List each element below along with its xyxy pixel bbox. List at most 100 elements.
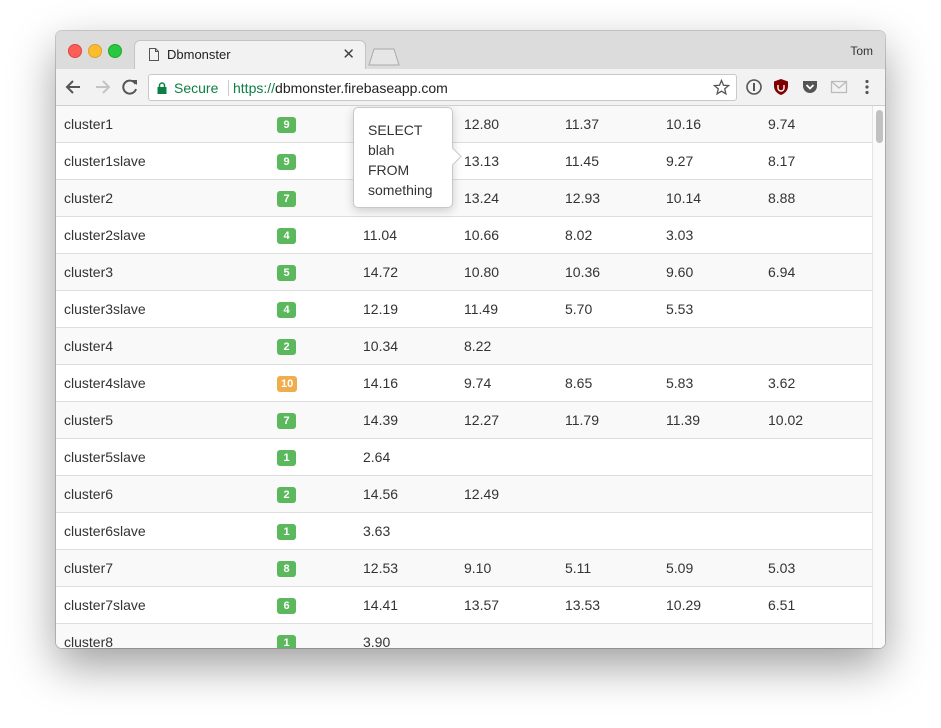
query-elapsed-cell[interactable]: 10.29 [666, 586, 768, 624]
query-elapsed-cell[interactable]: 8.17 [768, 142, 872, 180]
query-elapsed-cell[interactable]: 11.49 [464, 290, 565, 328]
query-elapsed-cell[interactable]: 9.60 [666, 253, 768, 291]
query-elapsed-cell[interactable]: 13.24 [464, 179, 565, 217]
forward-arrow-icon[interactable] [92, 77, 112, 97]
query-elapsed-cell[interactable] [565, 475, 666, 513]
query-elapsed-cell[interactable]: 3.90 [363, 623, 464, 648]
query-elapsed-cell[interactable]: 11.79 [565, 401, 666, 439]
query-elapsed-cell[interactable]: 12.27 [464, 401, 565, 439]
query-elapsed-cell[interactable] [565, 512, 666, 550]
query-elapsed-cell[interactable]: 8.02 [565, 216, 666, 254]
query-elapsed-cell[interactable]: 10.16 [666, 106, 768, 143]
url-scheme: https:// [233, 80, 276, 96]
pocket-icon[interactable] [801, 78, 819, 96]
query-elapsed-cell[interactable]: 10.02 [768, 401, 872, 439]
query-elapsed-cell[interactable]: 9.74 [768, 106, 872, 143]
url-text[interactable]: https://dbmonster.firebaseapp.com [233, 80, 448, 96]
bookmark-star-icon[interactable] [713, 79, 730, 96]
query-elapsed-cell[interactable] [464, 512, 565, 550]
ublock-shield-icon[interactable] [772, 78, 790, 96]
query-elapsed-cell[interactable]: 5.03 [768, 549, 872, 587]
table-row: cluster1slave 9 13.13 11.45 9.27 8.17 [56, 142, 872, 180]
query-elapsed-cell[interactable]: 5.11 [565, 549, 666, 587]
query-elapsed-cell[interactable]: 13.57 [464, 586, 565, 624]
query-elapsed-cell[interactable]: 13.13 [464, 142, 565, 180]
query-elapsed-cell[interactable]: 3.62 [768, 364, 872, 402]
query-elapsed-cell[interactable]: 12.49 [464, 475, 565, 513]
query-elapsed-cell[interactable] [768, 216, 872, 254]
tab-close-icon[interactable]: ✕ [342, 45, 355, 63]
query-elapsed-cell[interactable]: 9.74 [464, 364, 565, 402]
query-elapsed-cell[interactable]: 10.36 [565, 253, 666, 291]
reload-icon[interactable] [120, 77, 140, 97]
query-elapsed-cell[interactable] [464, 623, 565, 648]
query-elapsed-cell[interactable]: 5.09 [666, 549, 768, 587]
query-elapsed-cell[interactable] [565, 623, 666, 648]
query-elapsed-cell[interactable] [666, 327, 768, 365]
browser-toolbar: Secure https://dbmonster.firebaseapp.com [56, 69, 885, 106]
address-bar[interactable]: Secure https://dbmonster.firebaseapp.com [148, 74, 737, 101]
query-elapsed-cell[interactable]: 11.04 [363, 216, 464, 254]
query-elapsed-cell[interactable] [666, 512, 768, 550]
maximize-window-button[interactable] [108, 44, 122, 58]
query-elapsed-cell[interactable]: 10.14 [666, 179, 768, 217]
query-elapsed-cell[interactable]: 12.19 [363, 290, 464, 328]
minimize-window-button[interactable] [88, 44, 102, 58]
new-tab-button[interactable] [368, 48, 400, 66]
query-elapsed-cell[interactable]: 14.56 [363, 475, 464, 513]
query-elapsed-cell[interactable] [768, 290, 872, 328]
query-elapsed-cell[interactable]: 8.22 [464, 327, 565, 365]
query-elapsed-cell[interactable]: 6.51 [768, 586, 872, 624]
mail-icon[interactable] [830, 78, 848, 96]
query-elapsed-cell[interactable]: 10.80 [464, 253, 565, 291]
query-elapsed-cell[interactable] [565, 438, 666, 476]
query-elapsed-cell[interactable]: 10.66 [464, 216, 565, 254]
query-elapsed-cell[interactable]: 12.93 [565, 179, 666, 217]
cluster-name: cluster7slave [56, 586, 277, 624]
query-elapsed-cell[interactable] [768, 623, 872, 648]
scrollbar-thumb[interactable] [876, 110, 883, 143]
query-elapsed-cell[interactable]: 14.16 [363, 364, 464, 402]
query-elapsed-cell[interactable] [666, 623, 768, 648]
info-extension-icon[interactable] [745, 78, 763, 96]
query-elapsed-cell[interactable]: 2.64 [363, 438, 464, 476]
query-elapsed-cell[interactable] [768, 327, 872, 365]
scrollbar[interactable] [872, 106, 885, 648]
query-elapsed-cell[interactable]: 14.39 [363, 401, 464, 439]
query-elapsed-cell[interactable]: 5.83 [666, 364, 768, 402]
back-arrow-icon[interactable] [64, 77, 84, 97]
query-elapsed-cell[interactable]: 11.39 [666, 401, 768, 439]
query-elapsed-cell[interactable] [565, 327, 666, 365]
query-count-badge: 2 [277, 339, 296, 355]
tooltip-text: SELECT blah FROM something [368, 122, 433, 198]
query-elapsed-cell[interactable]: 11.37 [565, 106, 666, 143]
query-elapsed-cell[interactable]: 11.45 [565, 142, 666, 180]
table-row: cluster6slave 1 3.63 [56, 512, 872, 550]
query-elapsed-cell[interactable] [768, 438, 872, 476]
query-elapsed-cell[interactable]: 8.65 [565, 364, 666, 402]
close-window-button[interactable] [68, 44, 82, 58]
more-menu-icon[interactable] [858, 78, 876, 96]
query-elapsed-cell[interactable] [666, 475, 768, 513]
query-elapsed-cell[interactable]: 14.72 [363, 253, 464, 291]
query-elapsed-cell[interactable]: 5.70 [565, 290, 666, 328]
query-elapsed-cell[interactable]: 6.94 [768, 253, 872, 291]
query-elapsed-cell[interactable]: 8.88 [768, 179, 872, 217]
query-elapsed-cell[interactable] [768, 475, 872, 513]
query-elapsed-cell[interactable]: 9.10 [464, 549, 565, 587]
query-elapsed-cell[interactable] [464, 438, 565, 476]
query-elapsed-cell[interactable]: 14.41 [363, 586, 464, 624]
profile-name[interactable]: Tom [850, 44, 873, 58]
query-count-cell: 2 [277, 475, 363, 513]
query-elapsed-cell[interactable] [768, 512, 872, 550]
query-elapsed-cell[interactable]: 10.34 [363, 327, 464, 365]
query-elapsed-cell[interactable]: 9.27 [666, 142, 768, 180]
query-elapsed-cell[interactable]: 12.80 [464, 106, 565, 143]
query-elapsed-cell[interactable]: 3.63 [363, 512, 464, 550]
query-elapsed-cell[interactable] [666, 438, 768, 476]
query-elapsed-cell[interactable]: 12.53 [363, 549, 464, 587]
query-elapsed-cell[interactable]: 5.53 [666, 290, 768, 328]
query-elapsed-cell[interactable]: 3.03 [666, 216, 768, 254]
query-elapsed-cell[interactable]: 13.53 [565, 586, 666, 624]
tab-dbmonster[interactable]: Dbmonster ✕ [134, 40, 366, 69]
